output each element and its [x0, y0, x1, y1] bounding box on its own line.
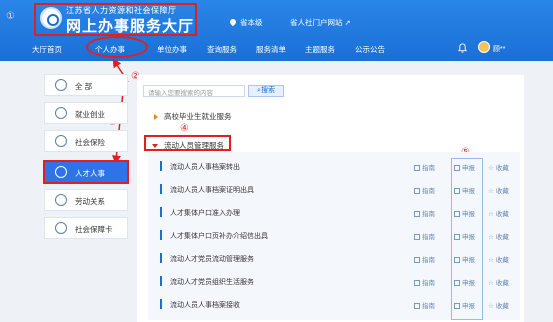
list-item-marker — [160, 207, 162, 217]
favorite-label: 收藏 — [495, 188, 509, 195]
guide-label: 指南 — [422, 257, 435, 264]
favorite-label: 收藏 — [495, 234, 509, 241]
favorite-link[interactable]: ☆ 收藏 — [488, 185, 509, 195]
service-name[interactable]: 流动人员人事档案转出 — [170, 162, 240, 172]
star-icon: ☆ — [488, 257, 494, 264]
guide-label: 指南 — [422, 234, 435, 241]
sidebar-item-label: 社会保障卡 — [75, 225, 113, 234]
sidebar-item-label: 社会保险 — [75, 138, 105, 147]
favorite-link[interactable]: ☆ 收藏 — [488, 254, 509, 264]
apply-column-highlight — [451, 158, 483, 320]
briefcase-icon — [55, 107, 67, 119]
sidebar-item-talent[interactable]: 人才人事 — [43, 160, 129, 184]
chevron-right-icon — [154, 114, 158, 121]
guide-label: 指南 — [422, 165, 435, 172]
guide-label: 指南 — [422, 280, 435, 287]
favorite-link[interactable]: ☆ 收藏 — [488, 208, 509, 218]
list-item-marker — [160, 184, 162, 194]
annotation-4: ④ — [180, 123, 189, 134]
favorite-label: 收藏 — [495, 257, 509, 264]
sidebar-item-social-card[interactable]: 社会保障卡 — [44, 217, 128, 239]
category-graduate[interactable]: 高校毕业生就业服务 — [154, 111, 232, 122]
star-icon: ☆ — [488, 234, 494, 241]
list-item-marker — [160, 253, 162, 263]
sidebar-item-label: 人才人事 — [75, 169, 105, 178]
search-button[interactable]: ⌕搜索 — [248, 85, 284, 97]
list-item-marker — [160, 161, 162, 171]
service-name[interactable]: 人才集体户口页补办介绍信出具 — [170, 231, 268, 241]
list-item-marker — [160, 276, 162, 286]
service-name[interactable]: 流动人员人事档案接收 — [170, 300, 240, 310]
sidebar-item-label: 就业创业 — [75, 110, 105, 119]
sidebar-item-label: 全 部 — [75, 82, 93, 91]
favorite-label: 收藏 — [495, 280, 509, 287]
category-label: 高校毕业生就业服务 — [164, 112, 232, 121]
search-button-label: 搜索 — [260, 87, 275, 94]
favorite-label: 收藏 — [495, 303, 509, 310]
sidebar-item-labor[interactable]: 劳动关系 — [44, 189, 128, 211]
document-icon — [414, 211, 420, 217]
list-item-marker — [160, 230, 162, 240]
category-floating-personnel[interactable]: 流动人员管理服务 — [144, 135, 231, 151]
favorite-link[interactable]: ☆ 收藏 — [488, 231, 509, 241]
guide-link[interactable]: 指南 — [414, 231, 435, 241]
star-icon: ☆ — [488, 303, 494, 310]
guide-link[interactable]: 指南 — [414, 254, 435, 264]
document-icon — [414, 280, 420, 286]
favorite-label: 收藏 — [495, 211, 509, 218]
favorite-link[interactable]: ☆ 收藏 — [488, 300, 509, 310]
star-icon: ☆ — [488, 211, 494, 218]
list-item-marker — [160, 299, 162, 309]
document-icon — [414, 257, 420, 263]
page-margin — [525, 75, 553, 322]
favorite-link[interactable]: ☆ 收藏 — [488, 277, 509, 287]
sidebar-item-insurance[interactable]: 社会保险 — [44, 130, 128, 152]
guide-link[interactable]: 指南 — [414, 277, 435, 287]
document-icon — [414, 165, 420, 171]
category-label: 流动人员管理服务 — [164, 141, 224, 150]
sidebar-item-all[interactable]: 全 部 — [44, 74, 128, 96]
card-icon — [55, 222, 67, 234]
grid-icon — [55, 79, 67, 91]
guide-link[interactable]: 指南 — [414, 208, 435, 218]
sidebar-item-label: 劳动关系 — [75, 197, 105, 206]
favorite-label: 收藏 — [495, 165, 509, 172]
star-icon: ☆ — [488, 165, 494, 172]
document-icon — [414, 303, 420, 309]
star-icon: ☆ — [488, 280, 494, 287]
search-input[interactable]: 请输入您要搜索的内容 — [143, 85, 245, 97]
service-name[interactable]: 流动人才党员流动管理服务 — [170, 254, 254, 264]
service-name[interactable]: 流动人员人事档案证明出具 — [170, 185, 254, 195]
people-icon — [55, 166, 67, 178]
guide-label: 指南 — [422, 303, 435, 310]
sidebar-item-employment[interactable]: 就业创业 — [44, 102, 128, 124]
guide-label: 指南 — [422, 188, 435, 195]
service-name[interactable]: 人才集体户口准入办理 — [170, 208, 240, 218]
chevron-down-icon — [152, 144, 158, 149]
star-icon: ☆ — [488, 188, 494, 195]
guide-link[interactable]: 指南 — [414, 300, 435, 310]
document-icon — [414, 234, 420, 240]
umbrella-icon — [55, 135, 67, 147]
handshake-icon — [55, 194, 67, 206]
favorite-link[interactable]: ☆ 收藏 — [488, 162, 509, 172]
guide-link[interactable]: 指南 — [414, 162, 435, 172]
guide-link[interactable]: 指南 — [414, 185, 435, 195]
guide-label: 指南 — [422, 211, 435, 218]
service-name[interactable]: 流动人才党员组织生活服务 — [170, 277, 254, 287]
document-icon — [414, 188, 420, 194]
